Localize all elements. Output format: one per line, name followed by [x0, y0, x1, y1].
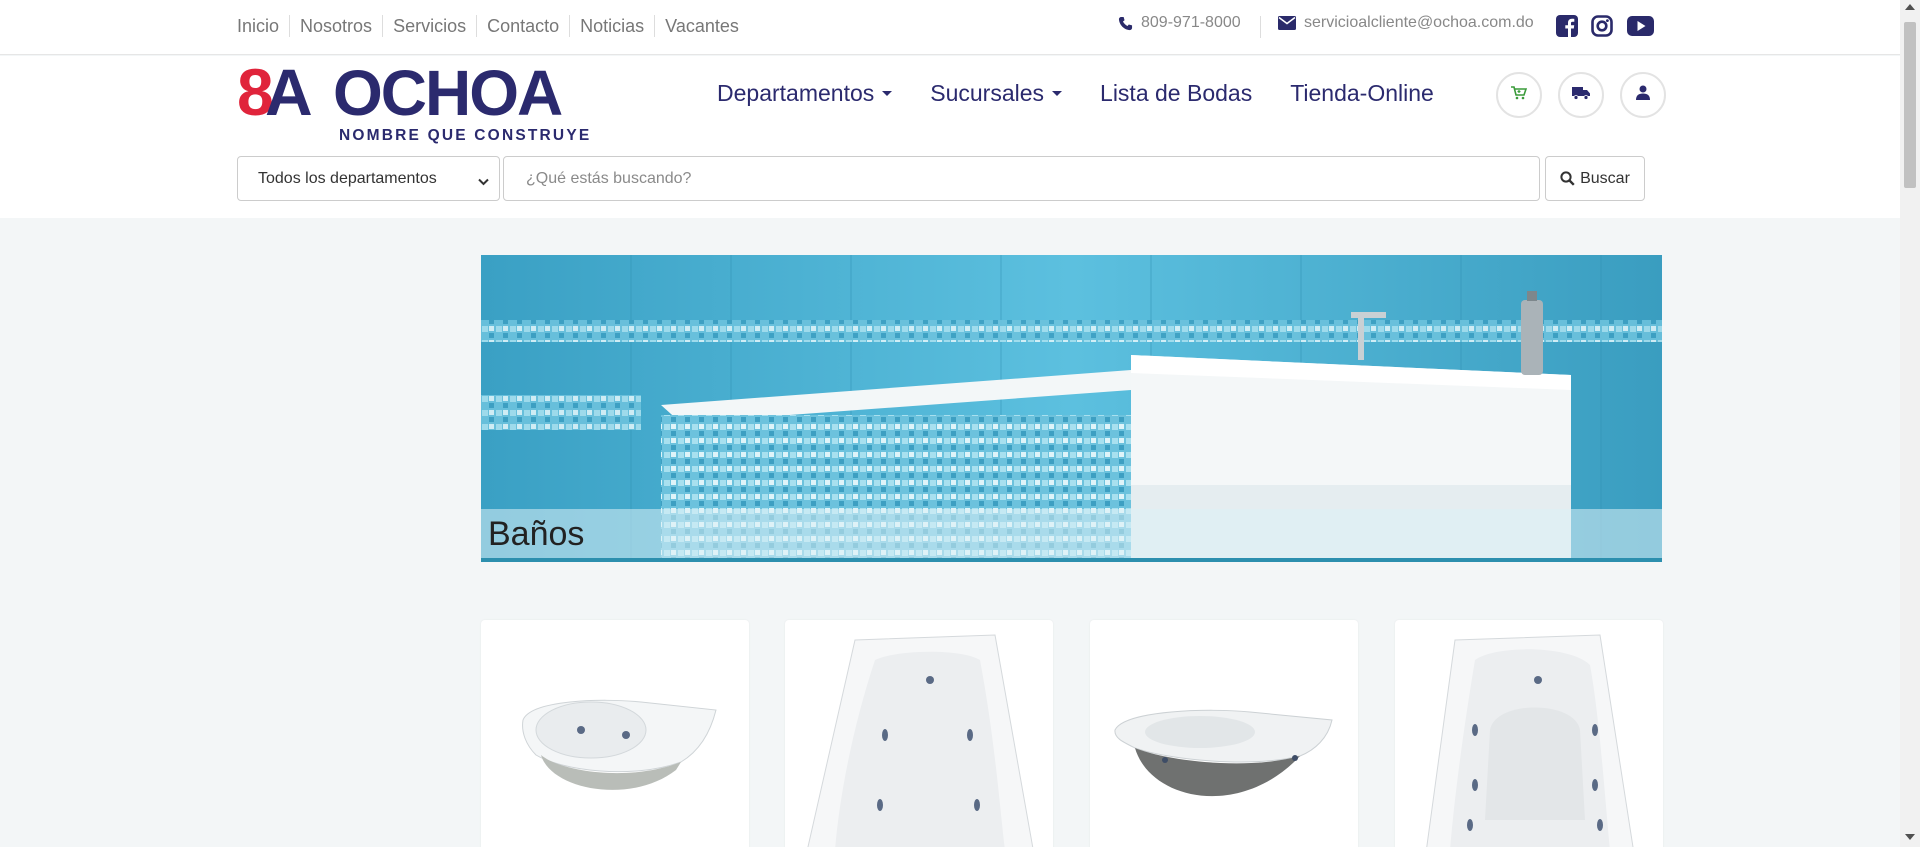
product-image-gray-tub	[1114, 709, 1333, 797]
ochoa-logo[interactable]: 8 A OCHOA NOMBRE QUE CONSTRUYE	[237, 55, 592, 144]
user-icon	[1636, 85, 1650, 105]
product-image-corner-tub	[522, 699, 717, 790]
cart-icon	[1511, 85, 1528, 105]
contact-divider	[1260, 16, 1261, 38]
department-select[interactable]: Todos los departamentos	[237, 156, 500, 201]
department-select-value: Todos los departamentos	[258, 169, 437, 187]
nav-sucursales-label: Sucursales	[930, 80, 1045, 106]
main-nav: Departamentos Sucursales Lista de Bodas …	[717, 80, 1472, 107]
top-link-nosotros[interactable]: Nosotros	[289, 15, 382, 37]
instagram-icon[interactable]	[1590, 14, 1614, 38]
caret-down-icon	[882, 91, 893, 96]
scrollbar-thumb[interactable]	[1904, 22, 1916, 188]
top-link-servicios[interactable]: Servicios	[382, 15, 476, 37]
chevron-down-icon	[478, 173, 489, 191]
product-card[interactable]	[1395, 620, 1663, 847]
top-nav: Inicio Nosotros Servicios Contacto Notic…	[237, 15, 749, 37]
product-image-jacuzzi-tub	[1426, 634, 1634, 847]
banner-title: Baños	[488, 515, 585, 553]
cart-button[interactable]	[1496, 72, 1542, 118]
phone-icon	[1118, 16, 1133, 31]
email-address: servicioalcliente@ochoa.com.do	[1304, 14, 1534, 31]
svg-text:NOMBRE QUE CONSTRUYE: NOMBRE QUE CONSTRUYE	[339, 127, 591, 144]
nav-departamentos-label: Departamentos	[717, 80, 875, 106]
page-scrollbar[interactable]	[1900, 0, 1920, 847]
account-button[interactable]	[1620, 72, 1666, 118]
product-image-rectangular-tub	[807, 634, 1034, 847]
search-input[interactable]	[503, 156, 1540, 201]
delivery-button[interactable]	[1558, 72, 1604, 118]
truck-icon	[1572, 86, 1590, 105]
top-bar: Inicio Nosotros Servicios Contacto Notic…	[0, 0, 1900, 55]
scroll-down-arrow-icon[interactable]	[1905, 834, 1915, 840]
top-link-noticias[interactable]: Noticias	[569, 15, 654, 37]
banner-underline	[481, 558, 1662, 562]
nav-tienda-online[interactable]: Tienda-Online	[1290, 80, 1434, 107]
youtube-icon[interactable]	[1626, 14, 1654, 38]
caret-down-icon	[1052, 91, 1063, 96]
banner-title-bar	[481, 509, 1662, 558]
product-card[interactable]	[481, 620, 749, 847]
nav-departamentos[interactable]: Departamentos	[717, 80, 893, 107]
top-link-contacto[interactable]: Contacto	[476, 15, 569, 37]
top-link-inicio[interactable]: Inicio	[237, 15, 289, 37]
nav-sucursales[interactable]: Sucursales	[930, 80, 1063, 107]
svg-text:OCHOA: OCHOA	[333, 62, 562, 129]
category-banner[interactable]: Baños	[481, 255, 1662, 562]
search-icon	[1560, 171, 1575, 186]
nav-lista-bodas[interactable]: Lista de Bodas	[1100, 80, 1252, 107]
search-button-label: Buscar	[1580, 169, 1630, 187]
facebook-icon[interactable]	[1555, 14, 1579, 38]
phone-contact[interactable]: 809-971-8000	[1118, 14, 1241, 32]
product-card[interactable]	[1090, 620, 1358, 847]
scroll-up-arrow-icon[interactable]	[1905, 4, 1915, 10]
svg-text:A: A	[265, 62, 311, 129]
envelope-icon	[1278, 16, 1296, 30]
search-button[interactable]: Buscar	[1545, 156, 1645, 201]
product-card[interactable]	[785, 620, 1053, 847]
top-link-vacantes[interactable]: Vacantes	[654, 15, 749, 37]
email-contact[interactable]: servicioalcliente@ochoa.com.do	[1278, 14, 1534, 32]
phone-number: 809-971-8000	[1141, 14, 1241, 31]
